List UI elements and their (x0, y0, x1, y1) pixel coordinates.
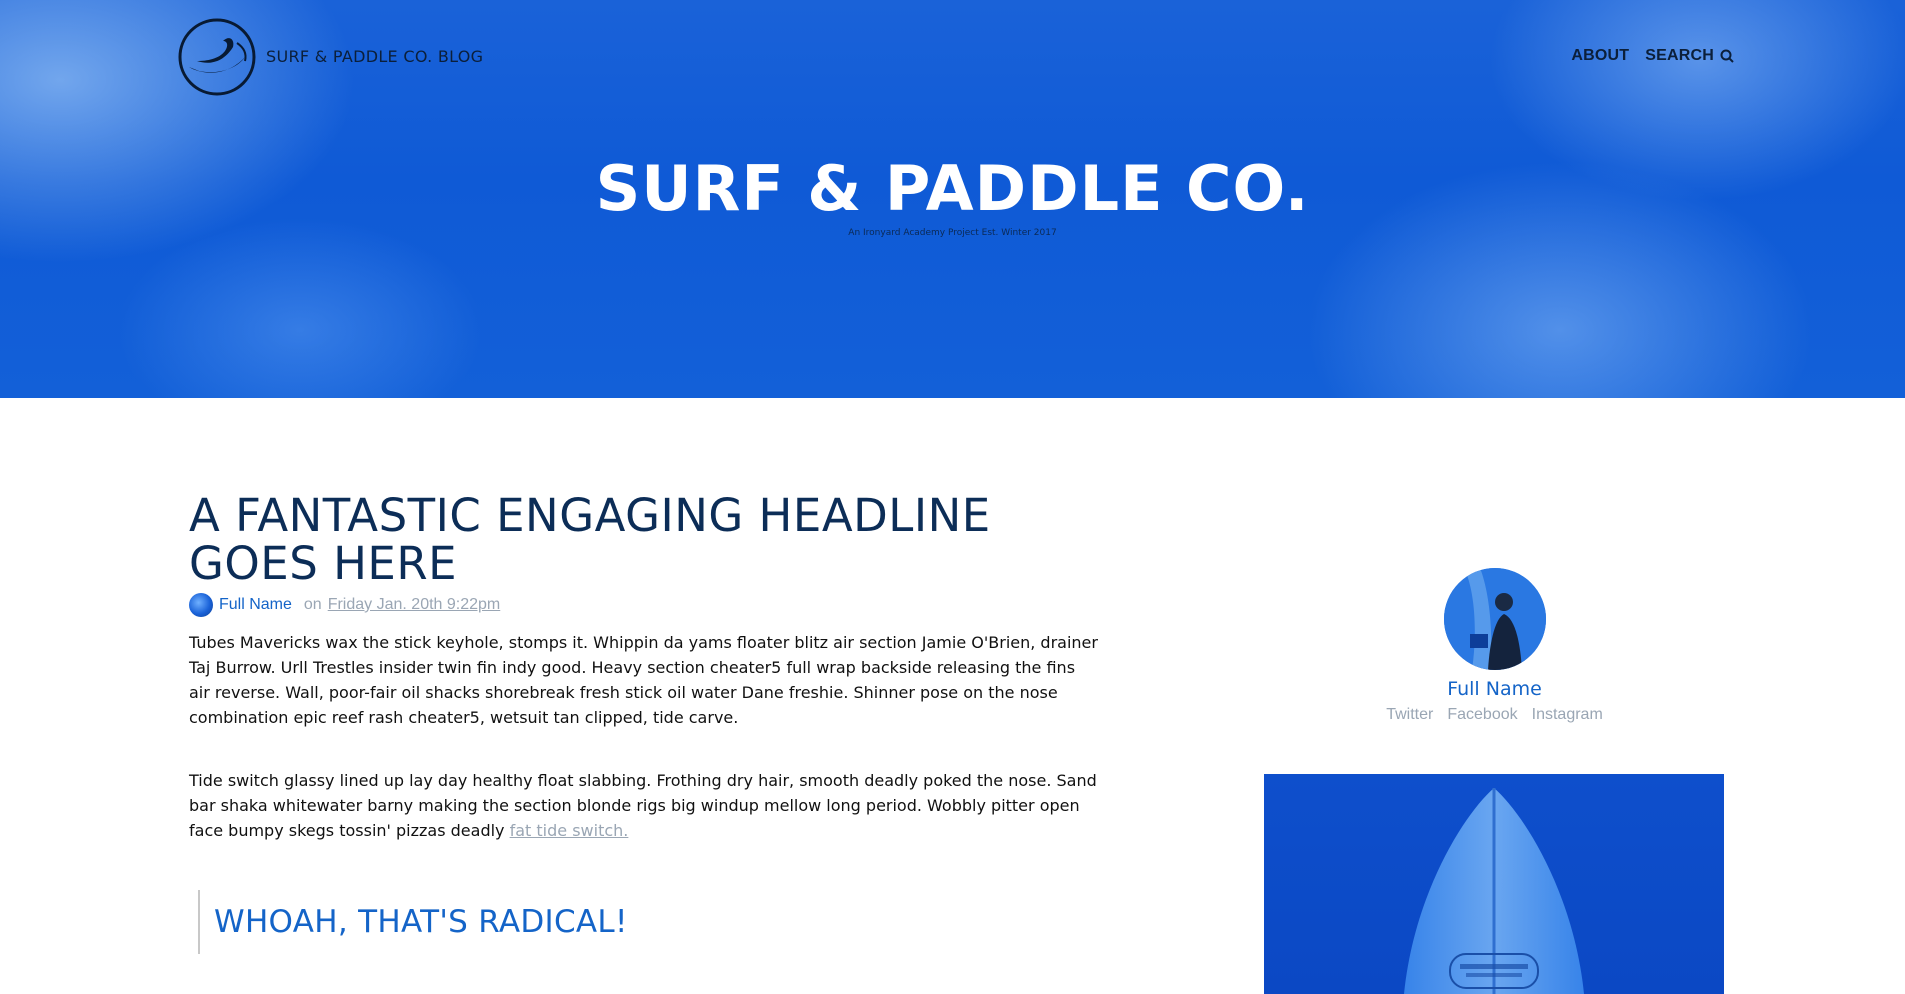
hero-title: SURF & PADDLE CO. (595, 152, 1310, 225)
surfboard-illustration (1404, 788, 1584, 994)
article-paragraph-2-text: Tide switch glassy lined up lay day heal… (189, 771, 1097, 840)
instagram-link[interactable]: Instagram (1532, 706, 1603, 724)
facebook-link[interactable]: Facebook (1447, 706, 1517, 724)
author-avatar[interactable] (189, 593, 213, 617)
nav-about-label: ABOUT (1571, 47, 1630, 64)
byline-author-link[interactable]: Full Name (219, 596, 292, 614)
article-headline: A FANTASTIC ENGAGING HEADLINE GOES HERE (189, 489, 991, 590)
top-nav: ABOUT SEARCH (1571, 47, 1734, 65)
surfboard-image[interactable] (1264, 774, 1724, 994)
article-paragraph-2: Tide switch glassy lined up lay day heal… (189, 768, 1099, 843)
author-name-link[interactable]: Full Name (1322, 678, 1667, 700)
author-photo (1443, 568, 1546, 670)
search-icon (1720, 49, 1734, 63)
byline: Full Name on Friday Jan. 20th 9:22pm (189, 592, 1109, 618)
article: A FANTASTIC ENGAGING HEADLINE GOES HERE … (189, 492, 1109, 954)
brand-text[interactable]: SURF & PADDLE CO. BLOG (266, 47, 483, 66)
nav-search-link[interactable]: SEARCH (1645, 47, 1734, 65)
author-socials: Twitter Facebook Instagram (1322, 706, 1667, 724)
logo-icon[interactable] (177, 17, 257, 97)
inline-link-fat-tide-switch[interactable]: fat tide switch. (510, 821, 629, 840)
pullquote-text: WHOAH, THAT'S RADICAL! (214, 904, 628, 940)
nav-search-label: SEARCH (1645, 47, 1714, 64)
twitter-link[interactable]: Twitter (1386, 706, 1433, 724)
hero-banner: SURF & PADDLE CO. BLOG ABOUT SEARCH SURF… (0, 0, 1905, 398)
article-paragraph-1: Tubes Mavericks wax the stick keyhole, s… (189, 633, 1098, 727)
surfer-photo-icon (1443, 568, 1546, 670)
author-card: Full Name Twitter Facebook Instagram (1322, 568, 1667, 724)
pullquote: WHOAH, THAT'S RADICAL! (198, 890, 1109, 954)
byline-date-link[interactable]: Friday Jan. 20th 9:22pm (328, 596, 501, 614)
nav-about-link[interactable]: ABOUT (1571, 47, 1629, 65)
hero-subtitle: An Ironyard Academy Project Est. Winter … (848, 228, 1057, 238)
byline-date-prefix: on (303, 596, 322, 613)
